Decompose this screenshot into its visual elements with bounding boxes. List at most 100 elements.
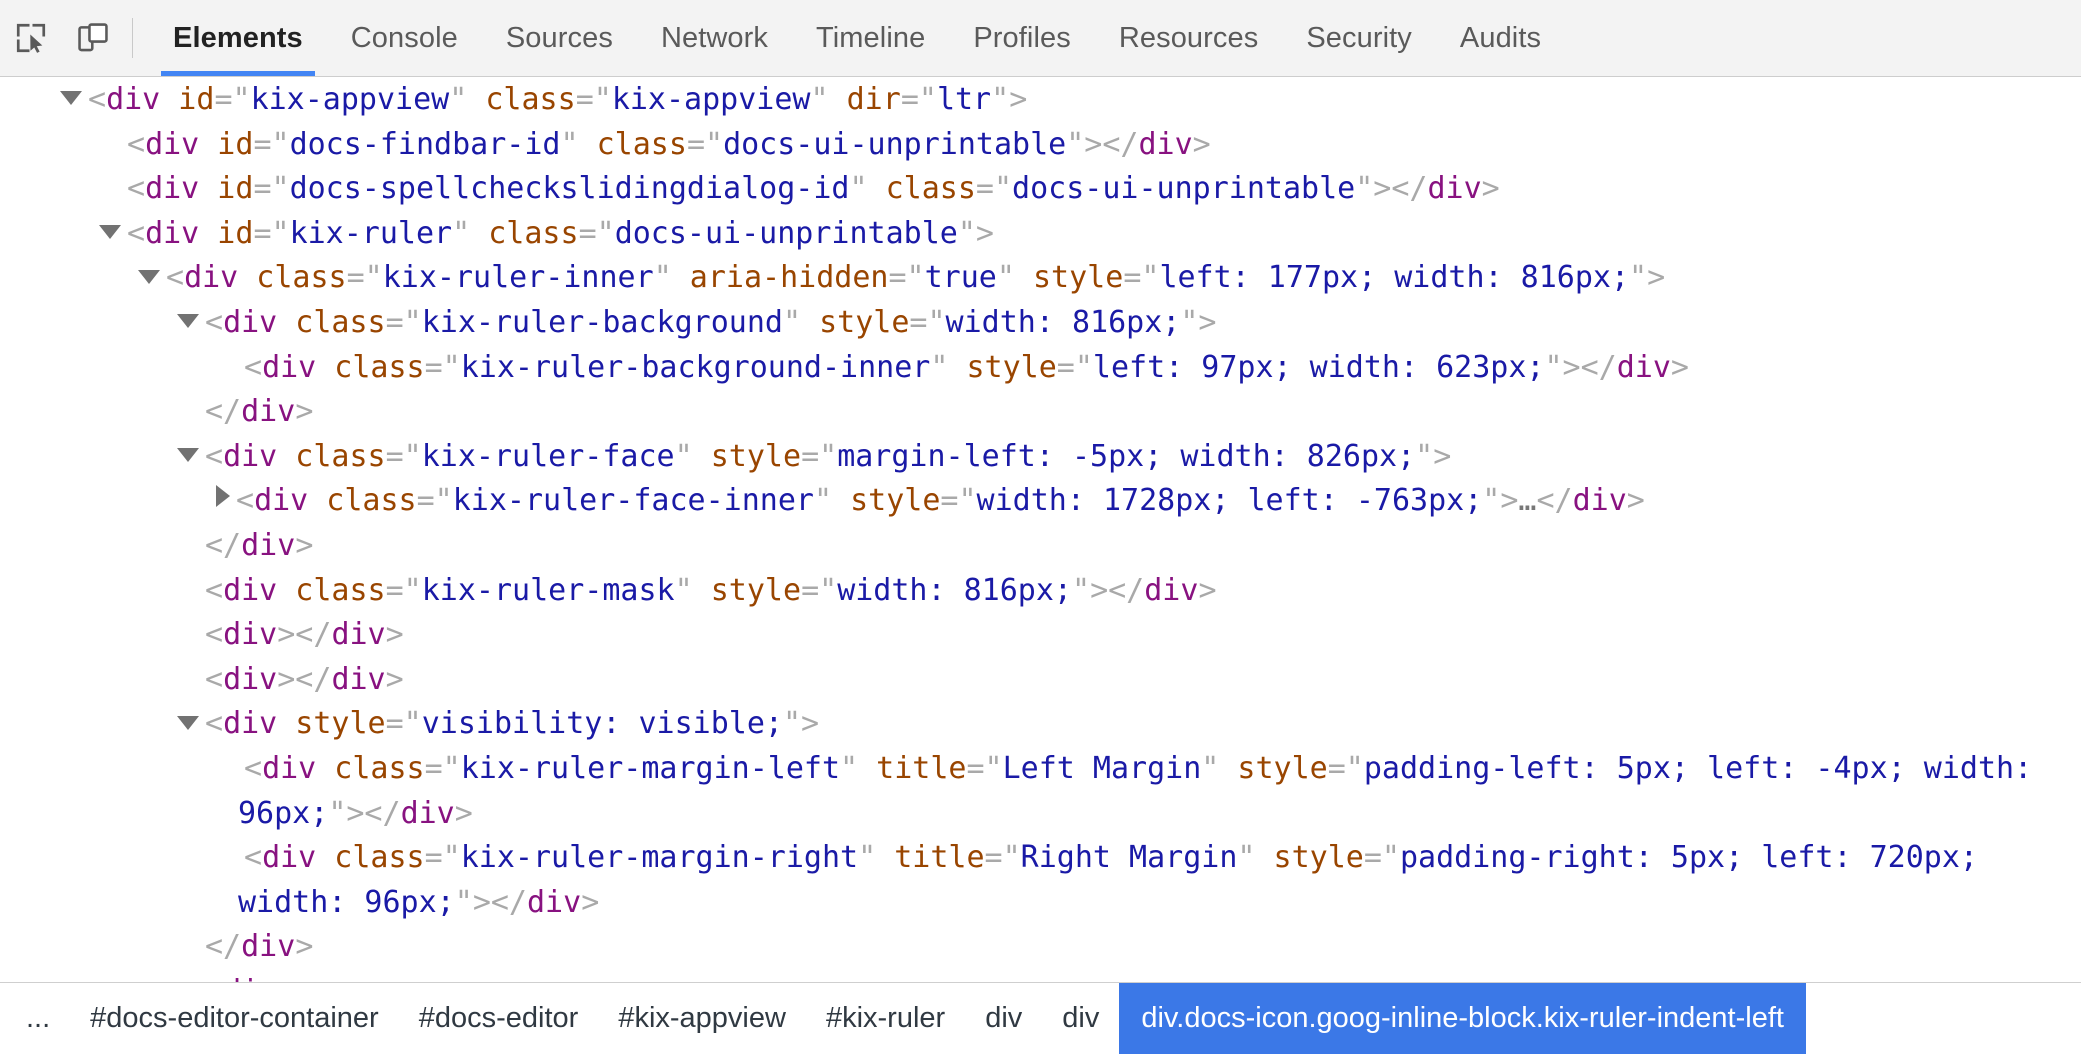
dom-token: =": [909, 304, 946, 340]
dom-node-line[interactable]: </div>: [0, 925, 2081, 970]
dom-token: div: [262, 750, 317, 786]
expand-triangle-open-icon[interactable]: [177, 448, 199, 463]
dom-token: =": [385, 304, 422, 340]
dom-token: ": [858, 840, 877, 876]
dom-node-line[interactable]: <div>: [0, 970, 2081, 982]
tab-resources-label: Resources: [1118, 21, 1259, 54]
tab-timeline[interactable]: Timeline: [792, 0, 949, 76]
dom-token: =": [1363, 840, 1400, 876]
dom-token: kix-ruler-mask: [421, 572, 675, 608]
dom-node-line[interactable]: <div></div>: [0, 613, 2081, 658]
dom-token: id: [199, 215, 254, 251]
dom-node-line[interactable]: </div>: [0, 390, 2081, 435]
dom-token: =": [416, 483, 453, 519]
breadcrumb-item[interactable]: #kix-ruler: [806, 983, 965, 1054]
dom-token: style: [801, 304, 910, 340]
dom-token: ": [328, 795, 347, 831]
dom-node-line[interactable]: <div class="kix-ruler-background-inner" …: [0, 346, 2081, 391]
dom-token: >: [295, 527, 314, 563]
tab-elements[interactable]: Elements: [149, 0, 327, 76]
dom-node-line[interactable]: <div id="docs-spellcheckslidingdialog-id…: [0, 167, 2081, 212]
breadcrumb-item[interactable]: div: [965, 983, 1042, 1054]
dom-node-line[interactable]: <div class="kix-ruler-margin-right" titl…: [0, 836, 2081, 925]
dom-token: ></: [1090, 572, 1145, 608]
expand-triangle-open-icon[interactable]: [138, 269, 160, 284]
expand-triangle-open-icon[interactable]: [177, 314, 199, 329]
dom-token: <: [205, 304, 224, 340]
dom-token: style: [277, 706, 386, 742]
dom-token: <: [244, 750, 263, 786]
inspect-cursor-icon[interactable]: [0, 0, 62, 76]
dom-token: =": [346, 260, 383, 296]
device-toolbar-icon[interactable]: [62, 0, 124, 76]
dom-token: div: [1616, 349, 1671, 385]
dom-token: style: [692, 572, 802, 608]
dom-token: >: [1433, 438, 1452, 474]
dom-node-line[interactable]: <div class="kix-ruler-face-inner" style=…: [0, 479, 2081, 524]
dom-node-line[interactable]: <div></div>: [0, 658, 2081, 703]
dom-node-line[interactable]: </div>: [0, 524, 2081, 569]
tab-console[interactable]: Console: [327, 0, 482, 76]
tab-network-label: Network: [660, 21, 769, 54]
tab-sources[interactable]: Sources: [482, 0, 637, 76]
dom-node-line[interactable]: <div id="kix-appview" class="kix-appview…: [0, 78, 2081, 123]
dom-node-line[interactable]: <div class="kix-ruler-margin-left" title…: [0, 747, 2081, 836]
dom-token: =": [424, 840, 461, 876]
tab-security[interactable]: Security: [1282, 0, 1436, 76]
dom-token: ": [1544, 349, 1563, 385]
dom-token: ": [991, 82, 1010, 117]
dom-token: div: [106, 82, 161, 117]
expand-triangle-open-icon[interactable]: [177, 715, 199, 730]
dom-token: Left Margin: [1002, 750, 1202, 786]
breadcrumb-item[interactable]: div: [1042, 983, 1119, 1054]
dom-token: class: [470, 215, 579, 251]
dom-token: kix-ruler-face: [421, 438, 675, 474]
dom-token: class: [316, 840, 425, 876]
dom-token: ></: [346, 795, 401, 831]
dom-token: div: [241, 527, 296, 563]
dom-token: div: [223, 304, 278, 340]
tab-network[interactable]: Network: [637, 0, 792, 76]
breadcrumb-item[interactable]: ...: [0, 983, 70, 1054]
dom-token: ": [560, 126, 579, 162]
dom-token: div: [331, 617, 386, 653]
dom-token: div: [223, 617, 278, 653]
dom-node-line[interactable]: <div class="kix-ruler-face" style="margi…: [0, 435, 2081, 480]
dom-token: >: [801, 706, 820, 742]
breadcrumb-item-label: div: [1062, 1002, 1100, 1034]
dom-token: id: [160, 82, 215, 117]
dom-token: div: [1144, 572, 1199, 608]
dom-token: <: [244, 840, 263, 876]
dom-node-line[interactable]: <div id="docs-findbar-id" class="docs-ui…: [0, 123, 2081, 168]
dom-token: docs-findbar-id: [289, 126, 561, 162]
tab-audits[interactable]: Audits: [1436, 0, 1565, 76]
dom-token: …: [1518, 483, 1537, 519]
dom-token: margin-left: -5px; width: 826px;: [837, 438, 1416, 474]
breadcrumb-item[interactable]: #docs-editor: [399, 983, 599, 1054]
breadcrumb-item-selected[interactable]: div.docs-icon.goog-inline-block.kix-rule…: [1119, 983, 1806, 1054]
dom-token: id: [199, 171, 254, 207]
tab-resources[interactable]: Resources: [1095, 0, 1283, 76]
dom-token: Right Margin: [1020, 840, 1238, 876]
dom-node-line[interactable]: <div class="kix-ruler-mask" style="width…: [0, 569, 2081, 614]
breadcrumb-item[interactable]: #kix-appview: [598, 983, 806, 1054]
dom-tree-view[interactable]: <div id="kix-appview" class="kix-appview…: [0, 77, 2081, 982]
expand-triangle-closed-icon[interactable]: [216, 484, 230, 507]
dom-node-line[interactable]: <div class="kix-ruler-background" style=…: [0, 301, 2081, 346]
dom-token: true: [924, 260, 997, 296]
breadcrumb-item[interactable]: #docs-editor-container: [70, 983, 399, 1054]
dom-node-line[interactable]: <div id="kix-ruler" class="docs-ui-unpri…: [0, 212, 2081, 257]
dom-token: class: [308, 483, 417, 519]
dom-token: style: [1255, 840, 1364, 876]
dom-token: kix-ruler-margin-right: [460, 840, 859, 876]
dom-node-line[interactable]: <div class="kix-ruler-inner" aria-hidden…: [0, 256, 2081, 301]
dom-token: ": [782, 706, 802, 742]
tab-profiles[interactable]: Profiles: [949, 0, 1095, 76]
dom-node-line[interactable]: <div style="visibility: visible;">: [0, 702, 2081, 747]
expand-triangle-open-icon[interactable]: [60, 91, 82, 106]
dom-token: >: [1198, 304, 1217, 340]
dom-token: >: [1481, 171, 1500, 207]
expand-triangle-open-icon[interactable]: [99, 225, 121, 240]
dom-token: <: [205, 572, 224, 608]
dom-token: kix-ruler-background-inner: [460, 349, 931, 385]
